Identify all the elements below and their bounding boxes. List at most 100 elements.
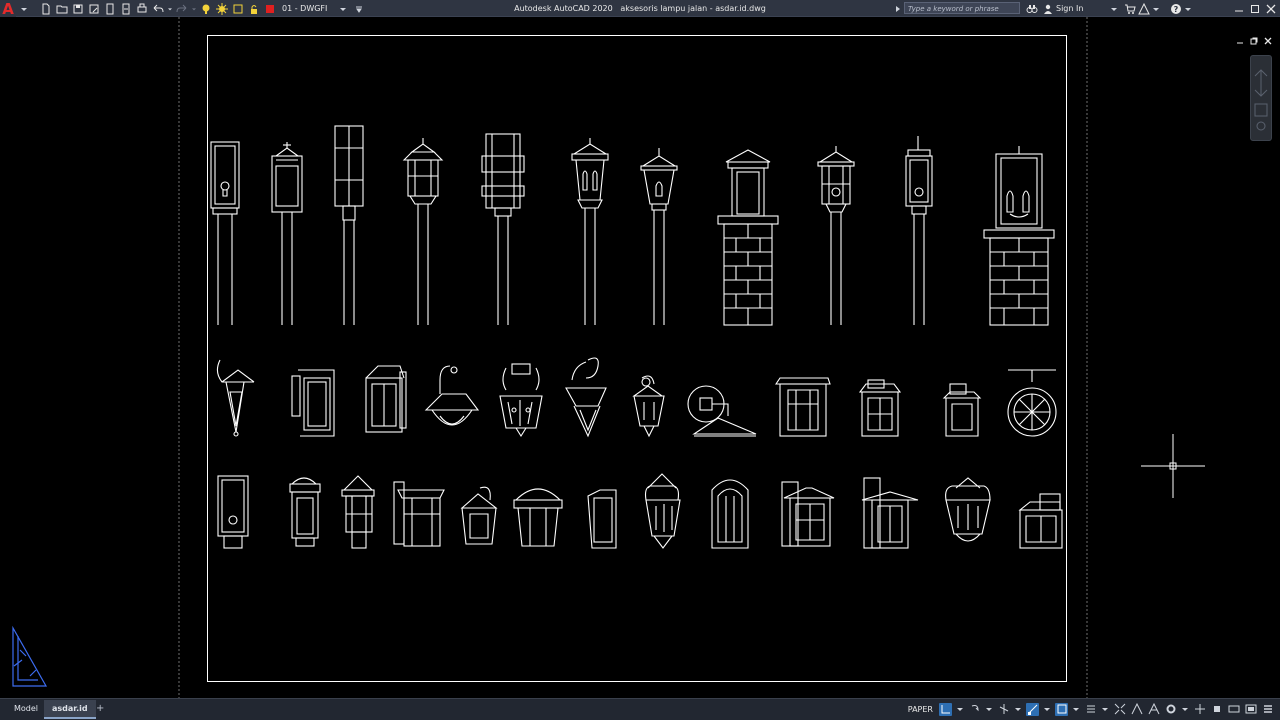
open-from-web-icon[interactable] — [102, 0, 118, 17]
wall-lantern-5 — [460, 486, 498, 545]
plus-icon[interactable]: + — [88, 700, 112, 717]
annotation-scale-icon[interactable] — [1113, 703, 1126, 716]
save-to-web-icon[interactable] — [118, 0, 134, 17]
document-window-controls — [1236, 37, 1272, 45]
auto-scale-icon[interactable] — [1147, 703, 1160, 716]
undo-icon[interactable] — [150, 0, 166, 17]
dropdown-arrow-icon[interactable] — [16, 0, 32, 17]
workspace-gear-icon[interactable] — [1164, 703, 1177, 716]
sign-in-dropdown-icon[interactable] — [1110, 0, 1118, 17]
customize-toolbar-icon[interactable] — [351, 0, 367, 17]
ucs-icon — [12, 625, 48, 687]
wall-lamp-4 — [424, 365, 480, 426]
doc-restore-icon[interactable] — [1250, 37, 1258, 45]
isodraft-icon[interactable] — [997, 703, 1010, 716]
customization-menu-icon[interactable] — [1261, 703, 1274, 716]
post-lamp-6 — [571, 138, 609, 325]
current-layer-name[interactable]: 01 - DWGFI — [282, 4, 327, 13]
autodesk-a360-icon[interactable] — [1138, 0, 1150, 17]
post-lamp-4 — [402, 138, 444, 325]
doc-minimize-icon[interactable] — [1236, 37, 1244, 45]
wall-lamp-12 — [1007, 369, 1057, 437]
save-icon[interactable] — [70, 0, 86, 17]
annotation-monitor-icon[interactable] — [1193, 703, 1206, 716]
viewport-icon[interactable] — [1055, 702, 1068, 716]
wall-lantern-9 — [711, 479, 749, 549]
layer-on-icon[interactable] — [198, 0, 214, 17]
wall-lamp-7 — [632, 375, 665, 438]
redo-dropdown-icon[interactable] — [190, 0, 198, 17]
close-window-icon[interactable] — [1266, 0, 1276, 17]
wall-lantern-1 — [217, 475, 249, 549]
doc-close-icon[interactable] — [1264, 37, 1272, 45]
lineweight-icon[interactable] — [1084, 703, 1097, 716]
svg-text:?: ? — [1174, 5, 1179, 14]
user-icon — [1044, 4, 1052, 14]
paper-space-toggle[interactable]: PAPER — [908, 705, 933, 714]
paper-border — [207, 35, 1067, 682]
layer-dropdown-icon[interactable] — [335, 0, 351, 17]
isolate-objects-icon[interactable] — [1210, 703, 1223, 716]
wall-lantern-2 — [289, 477, 321, 547]
search-expand-icon[interactable] — [894, 0, 902, 17]
wall-lamp-11 — [942, 383, 982, 437]
post-lamps-row — [210, 125, 1055, 326]
post-lamp-3 — [334, 125, 364, 325]
layer-freeze-icon[interactable] — [214, 0, 230, 17]
object-snap-icon[interactable] — [1026, 702, 1039, 716]
hardware-acceleration-icon[interactable] — [1227, 703, 1240, 716]
sign-in-button[interactable]: Sign In — [1043, 0, 1083, 17]
snap-dropdown-icon[interactable] — [956, 703, 964, 716]
save-as-icon[interactable] — [86, 0, 102, 17]
maximize-window-icon[interactable] — [1250, 0, 1260, 17]
a360-dropdown-icon[interactable] — [1152, 0, 1160, 17]
post-lamp-5 — [481, 133, 525, 325]
application-menu-button[interactable]: A — [0, 0, 16, 18]
wall-lamp-3 — [365, 365, 407, 433]
layer-viewport-icon[interactable] — [230, 0, 246, 17]
tab-model[interactable]: Model — [6, 700, 46, 717]
wall-lamp-8 — [687, 385, 757, 437]
wall-lamps-row — [216, 357, 1057, 438]
open-folder-icon[interactable] — [54, 0, 70, 17]
plot-icon[interactable] — [134, 0, 150, 17]
drawing-canvas[interactable] — [0, 17, 1280, 698]
wall-lanterns-row — [217, 473, 1063, 549]
layer-color-swatch[interactable] — [262, 0, 278, 17]
polar-dropdown-icon[interactable] — [985, 703, 993, 716]
clean-screen-icon[interactable] — [1244, 703, 1257, 716]
wall-lantern-4 — [393, 481, 445, 547]
redo-icon[interactable] — [174, 0, 190, 17]
new-file-icon[interactable] — [38, 0, 54, 17]
minimize-window-icon[interactable] — [1234, 0, 1244, 17]
quick-access-toolbar: A 01 - DWGFI — [0, 0, 367, 18]
workspace-dropdown-icon[interactable] — [1181, 703, 1189, 716]
post-lamp-9 — [817, 146, 855, 325]
viewport-dropdown-icon[interactable] — [1072, 703, 1080, 716]
post-lamp-10 — [905, 136, 933, 325]
navigation-bar[interactable] — [1250, 55, 1272, 141]
lineweight-dropdown-icon[interactable] — [1101, 703, 1109, 716]
cart-icon[interactable] — [1124, 0, 1136, 17]
sign-in-label: Sign In — [1056, 4, 1084, 13]
osnap-dropdown-icon[interactable] — [1043, 703, 1051, 716]
search-input[interactable]: Type a keyword or phrase — [904, 2, 1020, 14]
wall-lantern-7 — [587, 489, 617, 549]
wall-lamp-10 — [858, 379, 902, 437]
app-name: Autodesk AutoCAD 2020 — [514, 4, 613, 13]
wall-lamp-1 — [216, 359, 255, 437]
wall-lantern-13 — [1018, 493, 1063, 549]
help-dropdown-icon[interactable] — [1184, 0, 1192, 17]
ortho-icon[interactable] — [968, 703, 981, 716]
isodraft-dropdown-icon[interactable] — [1014, 703, 1022, 716]
title-bar: A 01 - DWGFI Autodesk AutoCAD 2020 akses… — [0, 0, 1280, 18]
undo-dropdown-icon[interactable] — [166, 0, 174, 17]
post-lamp-2 — [271, 142, 303, 325]
grid-snap-icon[interactable] — [939, 702, 952, 716]
layer-lock-icon[interactable] — [246, 0, 262, 17]
wall-lantern-12 — [945, 477, 991, 542]
annotation-visibility-icon[interactable] — [1130, 703, 1143, 716]
binoculars-icon[interactable] — [1026, 0, 1038, 17]
file-name: aksesoris lampu jalan - asdar.id.dwg — [620, 4, 766, 13]
help-icon[interactable]: ? — [1170, 0, 1182, 17]
